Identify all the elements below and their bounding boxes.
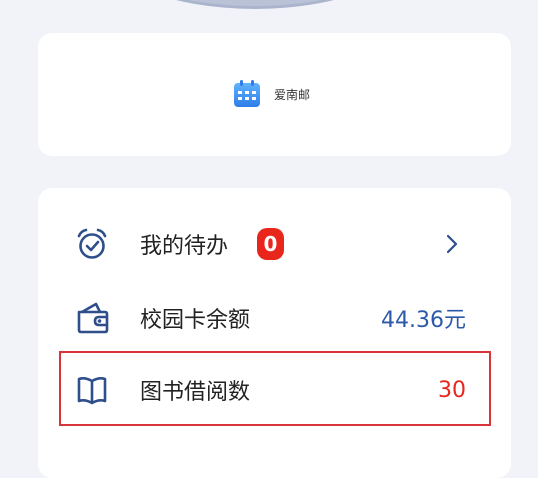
app-tile-ainanyou[interactable]: 爱南邮 bbox=[232, 77, 310, 111]
calendar-icon bbox=[234, 80, 260, 107]
profile-header-arc bbox=[95, 0, 415, 9]
list-item-card-balance[interactable]: 校园卡余额 44.36元 bbox=[38, 288, 511, 348]
library-label: 图书借阅数 bbox=[140, 380, 251, 405]
wallet-icon bbox=[77, 302, 109, 334]
todo-count-badge: 0 bbox=[257, 228, 284, 260]
open-book-icon bbox=[77, 377, 107, 405]
library-borrow-count: 30 bbox=[438, 377, 466, 403]
todo-label: 我的待办 bbox=[140, 234, 229, 259]
card-balance-value: 44.36元 bbox=[381, 308, 466, 333]
card-balance-label: 校园卡余额 bbox=[140, 308, 251, 333]
app-card: 爱南邮 bbox=[38, 33, 511, 156]
list-item-library[interactable]: 图书借阅数 30 bbox=[38, 360, 511, 420]
chevron-right-icon[interactable] bbox=[444, 232, 460, 256]
alarm-clock-icon bbox=[77, 228, 107, 259]
app-label: 爱南邮 bbox=[274, 87, 311, 102]
list-item-todo[interactable]: 我的待办 0 bbox=[38, 214, 511, 274]
info-list-card: 我的待办 0 校园卡余额 44.36元 图书借阅数 30 bbox=[38, 188, 511, 478]
